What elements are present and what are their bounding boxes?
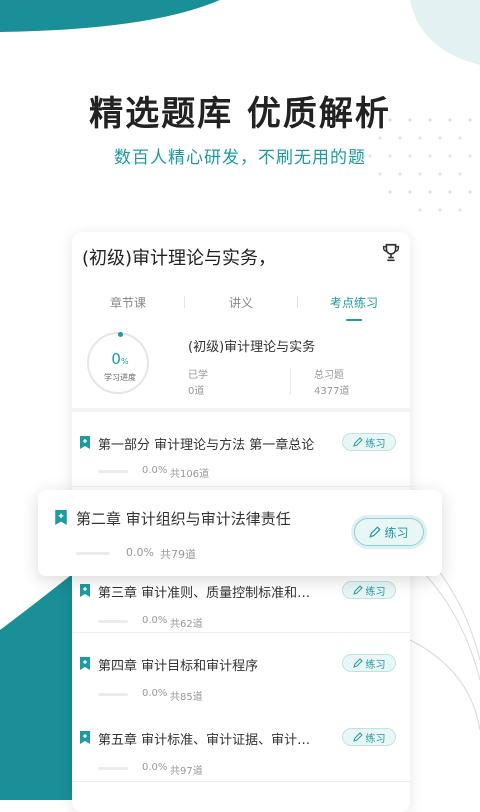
headline: 精选题库 优质解析 <box>89 94 391 134</box>
chapter-row[interactable]: 第四章 审计目标和审计程序 练习 0.0% 共85道 <box>72 633 410 708</box>
chapter-percent: 0.0% <box>142 615 168 626</box>
chapter-percent: 0.0% <box>142 762 168 773</box>
chapter-count: 共62道 <box>170 619 203 630</box>
chapter-row[interactable]: 第一部分 审计理论与方法 第一章总论 练习 0.0% 共106道 <box>72 412 410 487</box>
chapter-title: 第一部分 审计理论与方法 第一章总论 <box>98 438 315 453</box>
pencil-icon <box>352 732 363 742</box>
bookmark-icon <box>55 510 67 525</box>
practice-label: 练习 <box>365 659 386 671</box>
progress-bar <box>76 552 110 555</box>
practice-button[interactable]: 练习 <box>342 581 396 599</box>
progress-bar <box>98 620 128 623</box>
top-right-arc <box>410 0 480 65</box>
course-name: (初级)审计理论与实务 <box>188 340 316 355</box>
chapter-count: 共79道 <box>160 548 196 561</box>
practice-label: 练习 <box>365 733 386 745</box>
chapter-title: 第三章 审计准则、质量控制标准和… <box>98 586 311 601</box>
progress-dot <box>118 332 123 337</box>
practice-button[interactable]: 练习 <box>342 433 396 451</box>
total-label: 总习题 <box>314 370 344 381</box>
course-title: (初级)审计理论与实务， <box>82 248 277 269</box>
chapter-title: 第四章 审计目标和审计程序 <box>98 659 259 674</box>
highlighted-chapter-row[interactable]: 第二章 审计组织与审计法律责任 0.0% 共79道 练习 <box>38 490 442 576</box>
practice-label: 练习 <box>365 438 386 450</box>
learned-value: 0道 <box>188 386 205 397</box>
practice-label: 练习 <box>365 586 386 598</box>
chapter-count: 共97道 <box>170 766 203 777</box>
chapter-percent: 0.0% <box>142 688 168 699</box>
top-left-wave <box>0 0 220 32</box>
pencil-icon <box>352 437 363 447</box>
trophy-icon[interactable] <box>380 242 402 264</box>
practice-button[interactable]: 练习 <box>342 654 396 672</box>
chapter-percent: 0.0% <box>126 546 154 559</box>
progress-label: 学习进度 <box>104 373 136 382</box>
pencil-icon <box>352 585 363 595</box>
progress-bar <box>98 470 128 473</box>
tab-chapter-course[interactable]: 章节课 <box>72 294 184 320</box>
subheadline: 数百人精心研发，不刷无用的题 <box>114 148 366 168</box>
practice-button[interactable]: 练习 <box>354 518 424 546</box>
progress-bar <box>98 693 128 696</box>
tab-key-points-practice[interactable]: 考点练习 <box>298 294 410 321</box>
bookmark-icon <box>80 657 90 670</box>
learned-label: 已学 <box>188 370 208 381</box>
chapter-row[interactable]: 第五章 审计标准、审计证据、审计… 练习 0.0% 共97道 <box>72 707 410 782</box>
practice-label: 练习 <box>384 525 409 540</box>
total-value: 4377道 <box>314 386 350 397</box>
bookmark-icon <box>80 436 90 449</box>
pencil-icon <box>369 526 382 538</box>
chapter-title: 第五章 审计标准、审计证据、审计… <box>98 733 311 748</box>
tab-handout[interactable]: 讲义 <box>185 294 297 320</box>
tab-bar: 章节课 讲义 考点练习 <box>72 294 410 321</box>
progress-bar <box>98 767 128 770</box>
pencil-icon <box>352 658 363 668</box>
progress-ring: 0% 学习进度 <box>87 332 149 394</box>
bookmark-icon <box>80 584 90 597</box>
chapter-count: 共106道 <box>170 469 210 480</box>
chapter-count: 共85道 <box>170 692 203 703</box>
bookmark-icon <box>80 731 90 744</box>
practice-button[interactable]: 练习 <box>342 728 396 746</box>
chapter-percent: 0.0% <box>142 465 168 476</box>
stat-divider <box>290 368 291 394</box>
chapter-title: 第二章 审计组织与审计法律责任 <box>76 510 291 528</box>
progress-summary: 0% 学习进度 (初级)审计理论与实务 已学 0道 总习题 4377道 <box>72 324 410 404</box>
progress-value: 0% <box>111 350 129 368</box>
